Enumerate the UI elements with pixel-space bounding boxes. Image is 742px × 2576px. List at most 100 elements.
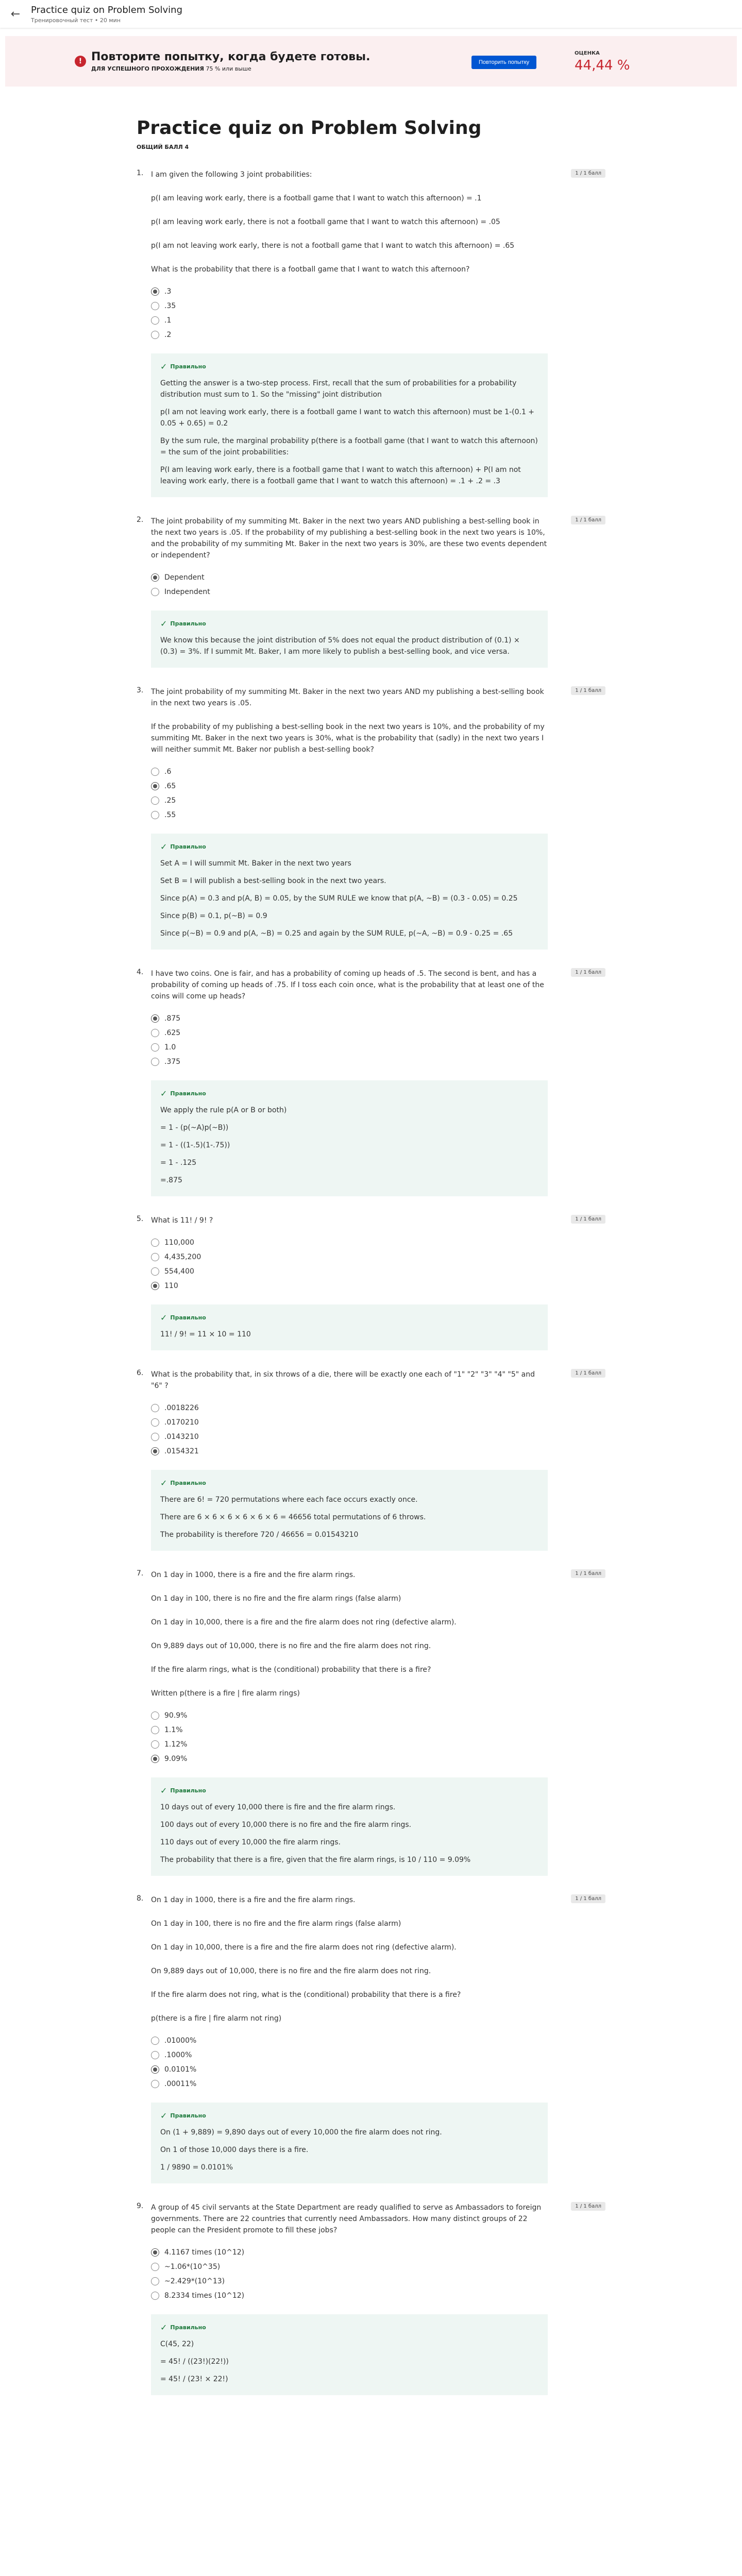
feedback-label: Правильно — [170, 1090, 206, 1097]
score-badge: 1 / 1 балл — [571, 169, 605, 178]
answer-option[interactable]: .01000% — [151, 2037, 605, 2045]
radio-button[interactable] — [151, 811, 159, 819]
answer-option[interactable]: 1.12% — [151, 1740, 605, 1749]
top-bar-subtitle: Тренировочный тест • 20 мин — [31, 16, 121, 24]
total-score: ОБЩИЙ БАЛЛ 4 — [137, 144, 189, 150]
answer-option[interactable]: 4.1167 times (10^12) — [151, 2248, 605, 2257]
answer-option[interactable]: .0170210 — [151, 1418, 605, 1427]
radio-button[interactable] — [151, 302, 159, 310]
question-number: 6. — [137, 1369, 144, 1377]
back-arrow-icon[interactable]: ← — [0, 8, 31, 21]
feedback-text: 11! / 9! = 11 × 10 = 110 — [160, 1330, 251, 1338]
check-icon: ✓ — [160, 2111, 167, 2121]
answer-option[interactable]: .875 — [151, 1014, 605, 1023]
radio-button[interactable] — [151, 1447, 159, 1455]
feedback-text: We know this because the joint distribut… — [160, 636, 520, 656]
question-text: If the fire alarm does not ring, what is… — [151, 1991, 461, 1999]
radio-button[interactable] — [151, 2065, 159, 2074]
answer-option[interactable]: 554,400 — [151, 1267, 605, 1276]
feedback-text: 110 days out of every 10,000 the fire al… — [160, 1838, 341, 1846]
answer-option[interactable]: ~2.429*(10^13) — [151, 2277, 605, 2285]
radio-button[interactable] — [151, 1711, 159, 1720]
radio-button[interactable] — [151, 782, 159, 790]
radio-button[interactable] — [151, 1282, 159, 1290]
radio-button[interactable] — [151, 588, 159, 596]
answer-option[interactable]: .2 — [151, 331, 605, 339]
retry-button[interactable]: Повторить попытку — [471, 56, 537, 69]
radio-button[interactable] — [151, 1726, 159, 1734]
radio-button[interactable] — [151, 2248, 159, 2257]
answer-option[interactable]: 8.2334 times (10^12) — [151, 2292, 605, 2300]
feedback-text: On (1 + 9,889) = 9,890 days out of every… — [160, 2128, 442, 2137]
answer-option[interactable]: .0143210 — [151, 1433, 605, 1441]
question-text: I am given the following 3 joint probabi… — [151, 171, 312, 179]
radio-button[interactable] — [151, 1239, 159, 1247]
answer-option[interactable]: .00011% — [151, 2080, 605, 2088]
answer-option[interactable]: .1 — [151, 316, 605, 325]
option-label: .375 — [164, 1058, 181, 1066]
answer-option[interactable]: ~1.06*(10^35) — [151, 2263, 605, 2271]
radio-button[interactable] — [151, 1014, 159, 1023]
radio-button[interactable] — [151, 1740, 159, 1749]
check-icon: ✓ — [160, 842, 167, 852]
radio-button[interactable] — [151, 2080, 159, 2088]
feedback-text: The probability is therefore 720 / 46656… — [160, 1531, 359, 1539]
answer-option[interactable]: 0.0101% — [151, 2065, 605, 2074]
radio-button[interactable] — [151, 1755, 159, 1763]
answer-option[interactable]: 9.09% — [151, 1755, 605, 1763]
feedback-label: Правильно — [170, 843, 206, 850]
radio-button[interactable] — [151, 316, 159, 325]
answer-option[interactable]: .35 — [151, 302, 605, 310]
option-label: .35 — [164, 302, 176, 310]
radio-button[interactable] — [151, 2037, 159, 2045]
radio-button[interactable] — [151, 2277, 159, 2285]
radio-button[interactable] — [151, 768, 159, 776]
radio-button[interactable] — [151, 1433, 159, 1441]
answer-option[interactable]: .3 — [151, 287, 605, 296]
answer-option[interactable]: 1.0 — [151, 1043, 605, 1052]
radio-button[interactable] — [151, 1267, 159, 1276]
radio-button[interactable] — [151, 331, 159, 339]
radio-button[interactable] — [151, 1404, 159, 1412]
answer-option[interactable]: .65 — [151, 782, 605, 790]
option-label: 0.0101% — [164, 2065, 197, 2074]
radio-button[interactable] — [151, 1058, 159, 1066]
feedback-label: Правильно — [170, 1314, 206, 1321]
answer-option[interactable]: Dependent — [151, 573, 605, 582]
answer-option[interactable]: .375 — [151, 1058, 605, 1066]
score-badge: 1 / 1 балл — [571, 2202, 605, 2211]
radio-button[interactable] — [151, 287, 159, 296]
radio-button[interactable] — [151, 1253, 159, 1261]
answer-option[interactable]: .0018226 — [151, 1404, 605, 1412]
score-badge: 1 / 1 балл — [571, 1569, 605, 1578]
answer-option[interactable]: .6 — [151, 768, 605, 776]
radio-button[interactable] — [151, 796, 159, 805]
answer-option[interactable]: .25 — [151, 796, 605, 805]
feedback-text: Set B = I will publish a best-selling bo… — [160, 877, 386, 885]
answer-option[interactable]: 110 — [151, 1282, 605, 1290]
radio-button[interactable] — [151, 1418, 159, 1427]
question-item: 9. 1 / 1 балл A group of 45 civil servants… — [137, 2202, 605, 2395]
radio-button[interactable] — [151, 2051, 159, 2059]
question-item: 7. 1 / 1 балл On 1 day in 1000, there is a… — [137, 1569, 605, 1876]
answer-option[interactable]: .1000% — [151, 2051, 605, 2059]
answer-option[interactable]: 1.1% — [151, 1726, 605, 1734]
radio-button[interactable] — [151, 573, 159, 582]
answer-option[interactable]: .625 — [151, 1029, 605, 1037]
answer-option[interactable]: .0154321 — [151, 1447, 605, 1455]
option-label: .0143210 — [164, 1433, 199, 1441]
radio-button[interactable] — [151, 1043, 159, 1052]
answer-option[interactable]: Independent — [151, 588, 605, 596]
question-text: What is the probability that there is a … — [151, 265, 470, 274]
radio-button[interactable] — [151, 2263, 159, 2271]
answer-option[interactable]: .55 — [151, 811, 605, 819]
feedback-box: ✓ Правильно On (1 + 9,889) = 9,890 days ou… — [151, 2103, 548, 2183]
question-text: The joint probability of my summiting Mt… — [151, 688, 544, 707]
answer-option[interactable]: 4,435,200 — [151, 1253, 605, 1261]
radio-button[interactable] — [151, 1029, 159, 1037]
answer-option[interactable]: 110,000 — [151, 1239, 605, 1247]
answer-option[interactable]: 90.9% — [151, 1711, 605, 1720]
feedback-box: ✓ Правильно 11! / 9! = 11 × 10 = 110 — [151, 1304, 548, 1350]
question-text: On 9,889 days out of 10,000, there is no… — [151, 1642, 431, 1650]
radio-button[interactable] — [151, 2292, 159, 2300]
